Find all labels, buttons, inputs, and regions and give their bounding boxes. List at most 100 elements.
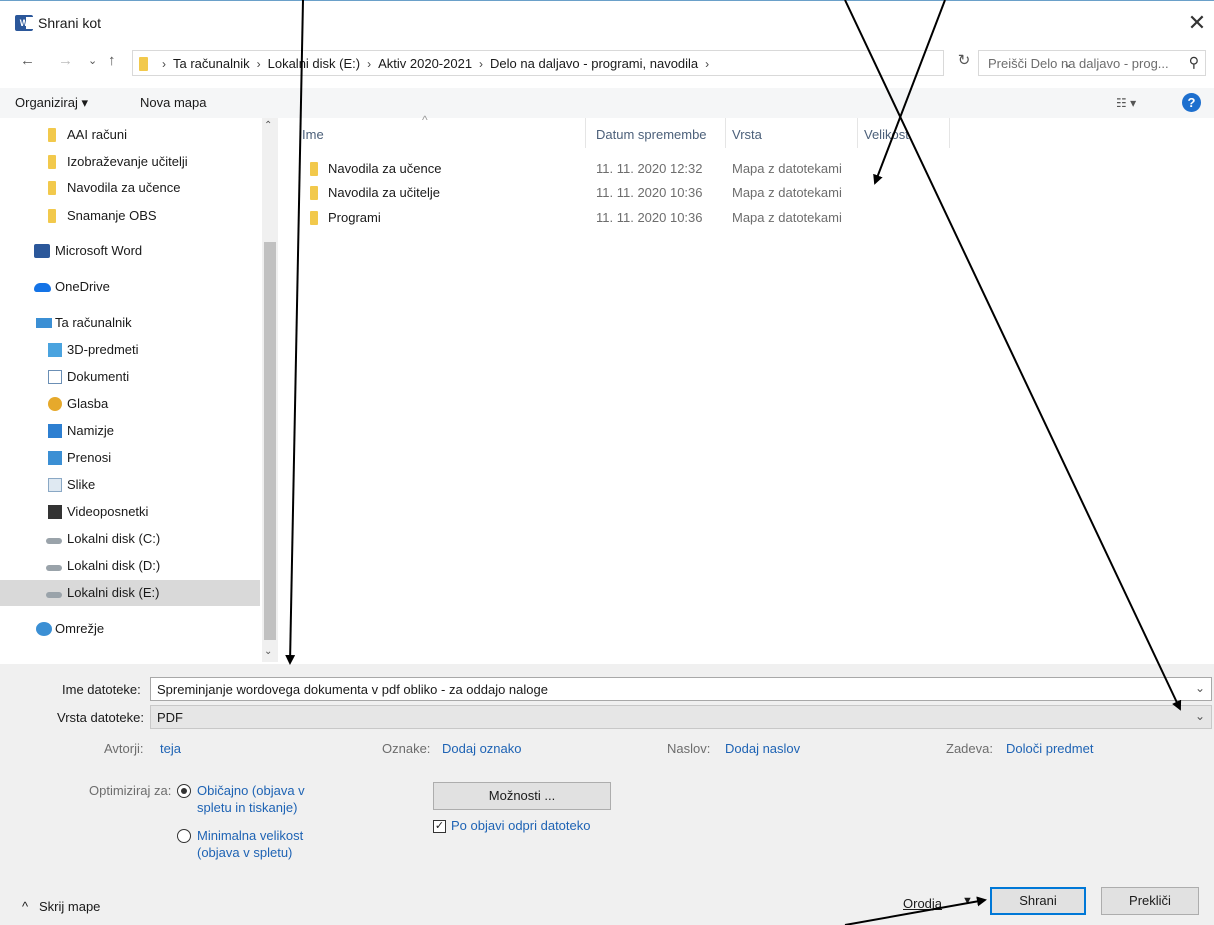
- view-options-icon[interactable]: ☷ ▾: [1116, 96, 1136, 110]
- nav-item-label: Prenosi: [67, 450, 112, 465]
- filetype-select[interactable]: PDF ⌄: [150, 705, 1212, 729]
- scroll-thumb[interactable]: [264, 242, 276, 640]
- cube-icon: [48, 343, 62, 357]
- breadcrumb-separator-icon: ›: [256, 57, 261, 71]
- open-after-checkbox[interactable]: ✓: [433, 820, 446, 833]
- option-minimum-line2[interactable]: (objava v spletu): [197, 845, 292, 860]
- nav-item[interactable]: Izobraževanje učitelji: [0, 149, 260, 175]
- address-row: ← → ⌄ ↑ › Ta računalnik › Lokalni disk (E:)…: [0, 46, 1214, 80]
- toolbar: Organiziraj ▾ Nova mapa ☷ ▾ ?: [0, 88, 1214, 118]
- nav-item[interactable]: AAI računi: [0, 122, 260, 148]
- nav-item-label: Microsoft Word: [55, 243, 143, 258]
- disk-icon: [46, 565, 62, 571]
- folder-icon: [310, 162, 318, 176]
- add-title-link[interactable]: Dodaj naslov: [725, 741, 800, 756]
- tools-button[interactable]: Orodja: [903, 896, 942, 911]
- nav-scrollbar[interactable]: ⌃ ⌄: [262, 118, 278, 662]
- nav-item[interactable]: Omrežje: [0, 616, 260, 642]
- nav-item[interactable]: Videoposnetki: [0, 499, 260, 525]
- document-icon: [48, 370, 62, 384]
- recent-dropdown-icon[interactable]: ⌄: [88, 54, 97, 67]
- breadcrumb-item[interactable]: Ta računalnik: [173, 56, 250, 71]
- caret-down-icon[interactable]: ▼: [962, 895, 973, 907]
- breadcrumb-separator-icon: ›: [367, 57, 372, 71]
- filename-input[interactable]: Spreminjanje wordovega dokumenta v pdf o…: [150, 677, 1212, 701]
- nav-item[interactable]: OneDrive: [0, 274, 260, 300]
- breadcrumb-item[interactable]: Lokalni disk (E:): [268, 56, 360, 71]
- close-icon[interactable]: ✕: [1182, 9, 1212, 39]
- organize-button[interactable]: Organiziraj ▾: [15, 95, 88, 111]
- option-standard-line2[interactable]: spletu in tiskanje): [197, 800, 297, 815]
- set-subject-link[interactable]: Določi predmet: [1006, 741, 1093, 756]
- file-type: Mapa z datotekami: [732, 161, 842, 176]
- filename-label: Ime datoteke:: [62, 682, 141, 697]
- refresh-icon[interactable]: ↻: [952, 51, 976, 75]
- breadcrumb: › Ta računalnik › Lokalni disk (E:) › Aktiv 2…: [155, 56, 716, 71]
- open-after-label[interactable]: Po objavi odpri datoteko: [451, 818, 590, 833]
- nav-item[interactable]: Dokumenti: [0, 364, 260, 390]
- file-row[interactable]: Navodila za učence 11. 11. 2020 12:32 Ma…: [298, 157, 858, 181]
- radio-standard[interactable]: [177, 784, 191, 798]
- title-bar: W Shrani kot ✕: [0, 0, 1214, 44]
- search-placeholder: Preišči Delo na daljavo - prog...: [988, 56, 1169, 71]
- nav-item-selected[interactable]: Lokalni disk (E:): [0, 580, 260, 606]
- save-options-panel: Ime datoteke: Spreminjanje wordovega dok…: [0, 664, 1214, 925]
- network-icon: [36, 622, 52, 636]
- nav-item[interactable]: Prenosi: [0, 445, 260, 471]
- optimize-label: Optimiziraj za:: [89, 783, 172, 798]
- column-header-size[interactable]: Velikost: [858, 118, 950, 148]
- file-name: Navodila za učitelje: [328, 185, 441, 200]
- nav-item[interactable]: Namizje: [0, 418, 260, 444]
- forward-arrow-icon[interactable]: →: [58, 52, 73, 69]
- back-arrow-icon[interactable]: ←: [20, 52, 35, 69]
- filetype-label: Vrsta datoteke:: [57, 710, 144, 725]
- nav-item[interactable]: Glasba: [0, 391, 260, 417]
- search-input[interactable]: Preišči Delo na daljavo - prog... ⚲: [978, 50, 1206, 76]
- breadcrumb-item[interactable]: Aktiv 2020-2021: [378, 56, 472, 71]
- cancel-button[interactable]: Prekliči: [1101, 887, 1199, 915]
- column-header-type[interactable]: Vrsta: [726, 118, 858, 148]
- options-button[interactable]: Možnosti ...: [433, 782, 611, 810]
- file-row[interactable]: Navodila za učitelje 11. 11. 2020 10:36 …: [298, 181, 858, 205]
- save-button[interactable]: Shrani: [990, 887, 1086, 915]
- nav-item[interactable]: Ta računalnik: [0, 310, 260, 336]
- option-minimum-line1[interactable]: Minimalna velikost: [197, 828, 303, 843]
- nav-item-label: Ta računalnik: [55, 315, 132, 330]
- folder-icon: [48, 128, 56, 142]
- desktop-icon: [48, 424, 62, 438]
- file-type: Mapa z datotekami: [732, 210, 842, 225]
- authors-value[interactable]: teja: [160, 741, 181, 756]
- chevron-down-icon[interactable]: ⌄: [1195, 681, 1205, 695]
- file-date: 11. 11. 2020 10:36: [596, 210, 703, 225]
- file-list: ^ Ime Datum spremembe Vrsta Velikost Nav…: [290, 113, 1214, 662]
- nav-item[interactable]: Lokalni disk (C:): [0, 526, 260, 552]
- chevron-down-icon[interactable]: ⌄: [1195, 709, 1205, 723]
- chevron-up-icon[interactable]: ^: [22, 899, 28, 914]
- add-tag-link[interactable]: Dodaj oznako: [442, 741, 522, 756]
- nav-item[interactable]: Lokalni disk (D:): [0, 553, 260, 579]
- column-header-date[interactable]: Datum spremembe: [590, 118, 726, 148]
- nav-item[interactable]: Microsoft Word: [0, 238, 260, 264]
- nav-item[interactable]: Navodila za učence: [0, 175, 260, 201]
- nav-item[interactable]: Snamanje OBS: [0, 203, 260, 229]
- nav-item[interactable]: Slike: [0, 472, 260, 498]
- option-standard-line1[interactable]: Običajno (objava v: [197, 783, 305, 798]
- chevron-down-icon[interactable]: ⌄: [264, 646, 272, 657]
- download-icon: [48, 451, 62, 465]
- new-folder-button[interactable]: Nova mapa: [140, 95, 206, 110]
- up-arrow-icon[interactable]: ↑: [108, 52, 116, 69]
- address-bar[interactable]: › Ta računalnik › Lokalni disk (E:) › Aktiv 2…: [132, 50, 1073, 76]
- authors-label: Avtorji:: [104, 741, 144, 756]
- file-row[interactable]: Programi 11. 11. 2020 10:36 Mapa z datot…: [298, 206, 858, 230]
- chevron-up-icon[interactable]: ⌃: [264, 120, 272, 131]
- column-header-name[interactable]: ^ Ime: [290, 113, 586, 148]
- file-date: 11. 11. 2020 12:32: [596, 161, 703, 176]
- breadcrumb-item[interactable]: Delo na daljavo - programi, navodila: [490, 56, 698, 71]
- radio-minimum[interactable]: [177, 829, 191, 843]
- hide-folders-button[interactable]: Skrij mape: [39, 899, 100, 914]
- subject-label: Zadeva:: [946, 741, 993, 756]
- column-header-label: Vrsta: [732, 127, 762, 142]
- help-icon[interactable]: ?: [1182, 93, 1201, 112]
- nav-item[interactable]: 3D-predmeti: [0, 337, 260, 363]
- file-name: Navodila za učence: [328, 161, 442, 176]
